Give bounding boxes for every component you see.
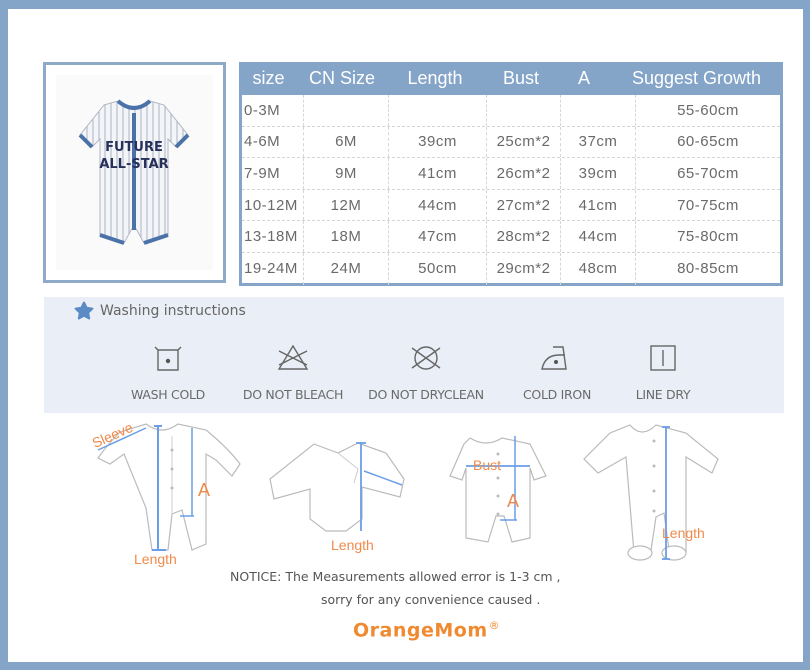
table-row: 19-24M 24M 50cm 29cm*2 48cm 80-85cm xyxy=(242,252,780,285)
washing-title: Washing instructions xyxy=(74,301,246,321)
washing-title-text: Washing instructions xyxy=(100,303,246,319)
bodysuit-diagram xyxy=(269,442,405,532)
notice-line1: NOTICE: The Measurements allowed error i… xyxy=(230,569,561,584)
sleeper-length-label: Length xyxy=(662,525,705,541)
a-label: A xyxy=(198,480,211,500)
cell-suggest-growth: 60-65cm xyxy=(677,133,739,151)
romper-diagram xyxy=(449,436,547,543)
care-item-do-not-dryclean: DO NOT DRYCLEAN xyxy=(361,343,491,402)
table-body: 0-3M 55-60cm 4-6M 6M 39cm 25cm*2 37cm 60-65cm 7-… xyxy=(242,95,780,285)
table-row: 10-12M 12M 44cm 27cm*2 41cm 70-75cm xyxy=(242,189,780,222)
length-label: Length xyxy=(134,551,177,567)
cell-a: 39cm xyxy=(561,158,636,189)
cell-length: 44cm xyxy=(389,189,487,221)
table-row: 7-9M 9M 41cm 26cm*2 39cm 65-70cm xyxy=(242,158,780,190)
cell-suggest-growth: 70-75cm xyxy=(677,196,739,214)
cell-length xyxy=(389,95,487,126)
cell-suggest-growth: 80-85cm xyxy=(677,260,739,278)
cell-cn-size: 6M xyxy=(304,126,389,158)
cell-a: 44cm xyxy=(561,221,636,252)
size-table: size CN Size Length Bust A Suggest Growt… xyxy=(239,62,783,286)
cell-suggest-growth: 65-70cm xyxy=(677,164,739,182)
romper-image: FUTURE ALL-STAR xyxy=(56,75,213,270)
cell-length: 41cm xyxy=(389,158,487,189)
care-label: LINE DRY xyxy=(635,387,691,402)
notice-line2: sorry for any convenience caused . xyxy=(321,592,541,607)
table-row: 13-18M 18M 47cm 28cm*2 44cm 75-80cm xyxy=(242,221,780,253)
cell-size: 0-3M xyxy=(242,95,304,126)
cell-size: 19-24M xyxy=(242,252,304,285)
cell-a: 41cm xyxy=(561,189,636,221)
cell-bust: 27cm*2 xyxy=(487,189,561,221)
cell-bust: 25cm*2 xyxy=(487,126,561,158)
cell-cn-size: 18M xyxy=(304,221,389,252)
cell-cn-size: 9M xyxy=(304,158,389,189)
do-not-dryclean-icon xyxy=(411,346,441,370)
cell-bust: 29cm*2 xyxy=(487,252,561,285)
print-line1: FUTURE xyxy=(105,140,163,155)
cell-a: 37cm xyxy=(561,126,636,158)
print-line2: ALL-STAR xyxy=(99,157,168,172)
cell-size: 13-18M xyxy=(242,221,304,252)
cell-a: 48cm xyxy=(561,252,636,285)
brand-name: OrangeMom xyxy=(353,619,488,642)
bust-label: Bust xyxy=(473,457,502,473)
washing-instructions-panel: Washing instructions WASH COLD DO NOT BL… xyxy=(44,297,784,413)
cell-size: 4-6M xyxy=(242,126,304,158)
cell-cn-size: 24M xyxy=(304,252,389,285)
cell-bust: 26cm*2 xyxy=(487,158,561,189)
table-header: size CN Size Length Bust A Suggest Growt… xyxy=(239,62,783,95)
care-label: DO NOT BLEACH xyxy=(242,387,344,402)
cell-length: 47cm xyxy=(389,221,487,252)
table-row: 4-6M 6M 39cm 25cm*2 37cm 60-65cm xyxy=(242,126,780,159)
care-label: WASH COLD xyxy=(131,387,205,402)
cell-suggest-growth: 55-60cm xyxy=(677,101,739,119)
table-row: 0-3M 55-60cm xyxy=(242,95,780,127)
header-a: A xyxy=(577,68,590,88)
romper-a-label: A xyxy=(507,491,520,511)
cell-cn-size: 12M xyxy=(304,189,389,221)
cell-size: 7-9M xyxy=(242,158,304,189)
header-suggest-growth: Suggest Growth xyxy=(631,68,762,88)
star-icon xyxy=(74,301,94,320)
registered-mark: ® xyxy=(488,619,501,632)
cell-length: 39cm xyxy=(389,126,487,158)
cell-size: 10-12M xyxy=(242,189,304,221)
cold-iron-icon xyxy=(541,346,567,370)
header-bust: Bust xyxy=(502,68,540,88)
header-length: Length xyxy=(407,68,463,88)
cell-bust xyxy=(487,95,561,126)
cell-a xyxy=(561,95,636,126)
do-not-bleach-icon xyxy=(277,344,309,370)
product-photo: FUTURE ALL-STAR xyxy=(43,62,226,283)
cell-suggest-growth: 75-80cm xyxy=(677,228,739,246)
bodysuit-length-label: Length xyxy=(331,537,374,553)
header-cn-size: CN Size xyxy=(308,68,375,88)
care-label: DO NOT DRYCLEAN xyxy=(368,387,484,402)
header-size: size xyxy=(252,68,285,88)
wash-cold-icon xyxy=(154,346,182,371)
line-dry-icon xyxy=(650,345,676,371)
care-item-line-dry: LINE DRY xyxy=(598,343,728,402)
care-item-do-not-bleach: DO NOT BLEACH xyxy=(228,343,358,402)
cell-cn-size xyxy=(304,95,389,126)
size-chart-page: FUTURE ALL-STAR size CN Size Length Bust… xyxy=(8,9,803,662)
care-item-wash-cold: WASH COLD xyxy=(103,343,233,402)
cell-bust: 28cm*2 xyxy=(487,221,561,252)
brand-logo: OrangeMom® xyxy=(353,619,500,641)
cell-length: 50cm xyxy=(389,252,487,285)
